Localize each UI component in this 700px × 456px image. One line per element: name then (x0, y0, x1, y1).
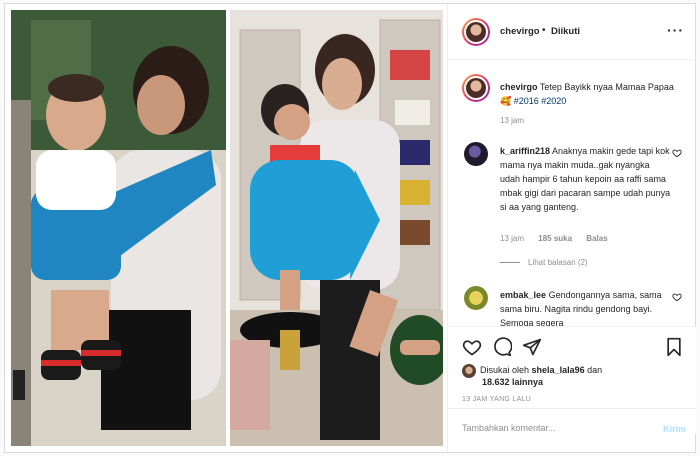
bookmark-icon[interactable] (664, 337, 684, 357)
photo-2016 (11, 10, 226, 446)
post-media[interactable] (5, 4, 446, 452)
view-replies-label: Lihat balasan (2) (528, 258, 588, 267)
add-comment-bar: Kirim (448, 408, 696, 452)
liked-by-user[interactable]: shela_lala96 (532, 365, 585, 375)
post-header: chevirgo • Diikuti ··· (448, 4, 696, 60)
comment-text: embak_lee Gendongannya sama, sama sama b… (500, 288, 672, 326)
heart-icon[interactable] (672, 148, 682, 158)
share-send-icon[interactable] (522, 337, 542, 357)
comment-username[interactable]: k_ariffin218 (500, 146, 550, 156)
comment-bubble-icon[interactable] (492, 337, 512, 357)
liker-avatar[interactable] (462, 363, 476, 378)
like-heart-icon[interactable] (462, 337, 482, 357)
photo-2020 (230, 10, 443, 446)
liked-by-prefix: Disukai oleh (480, 365, 530, 375)
liked-by: Disukai oleh shela_lala96 dan (462, 363, 602, 378)
liked-by-and: dan (587, 365, 603, 375)
more-horizontal-icon[interactable]: ··· (667, 23, 684, 37)
comment-likes[interactable]: 185 suka (538, 234, 572, 243)
caption-hashtags[interactable]: #2016 #2020 (514, 96, 567, 106)
follow-status-button[interactable]: Diikuti (551, 26, 580, 37)
comment-time: 13 jam (500, 234, 525, 243)
header-username[interactable]: chevirgo (500, 26, 540, 37)
post-timestamp: 13 JAM YANG LALU (462, 396, 532, 403)
caption-text: chevirgo Tetep Bayikk nyaa Mamaa Papaa 🥰… (500, 80, 684, 108)
heart-icon[interactable] (672, 292, 682, 302)
replies-divider (500, 262, 520, 264)
comment-avatar[interactable] (464, 142, 488, 166)
comment-avatar[interactable] (464, 286, 488, 310)
caption-avatar[interactable] (462, 74, 490, 102)
comment-username[interactable]: embak_lee (500, 290, 546, 300)
liked-by-count-row: 18.632 lainnya (482, 377, 543, 387)
comment-text: k_ariffin218 Anaknya makin gede tapi kok… (500, 144, 672, 214)
instagram-post-card: chevirgo • Diikuti ··· chevirgo Tetep Ba… (4, 3, 696, 453)
caption-timestamp: 13 jam (500, 116, 525, 125)
send-comment-button[interactable]: Kirim (663, 424, 686, 434)
view-replies-button[interactable]: Lihat balasan (2) (500, 258, 588, 267)
liked-by-count[interactable]: 18.632 lainnya (482, 377, 543, 387)
avatar[interactable] (462, 18, 490, 46)
comment-input[interactable] (462, 423, 642, 433)
reply-button[interactable]: Balas (586, 234, 607, 243)
post-sidebar: chevirgo • Diikuti ··· chevirgo Tetep Ba… (447, 4, 696, 452)
comment-meta: 13 jam 185 suka Balas (500, 234, 620, 243)
separator-dot: • (542, 25, 546, 36)
caption-username[interactable]: chevirgo (500, 82, 538, 92)
comment-item: embak_lee Gendongannya sama, sama sama b… (448, 286, 696, 326)
